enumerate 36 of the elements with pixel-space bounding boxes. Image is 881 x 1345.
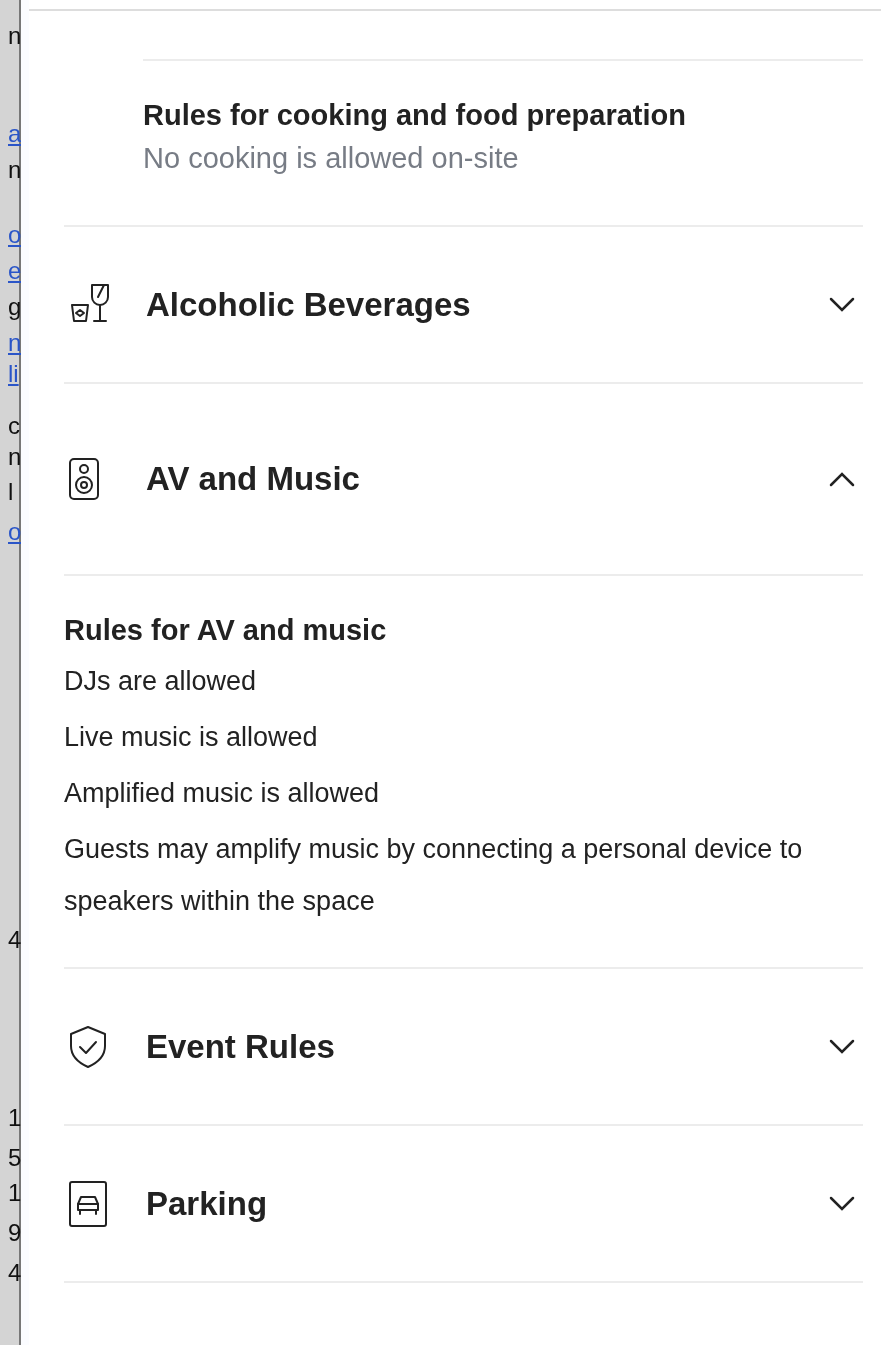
text-fragment: 1 bbox=[8, 1179, 19, 1207]
text-fragment: 9 bbox=[8, 1219, 19, 1247]
link-fragment[interactable]: li bbox=[8, 360, 19, 388]
text-fragment: n bbox=[8, 156, 19, 184]
text-fragment: l bbox=[8, 478, 15, 506]
link-fragment[interactable]: o bbox=[8, 221, 19, 249]
rule-title: Rules for cooking and food preparation bbox=[143, 99, 687, 132]
text-fragment: g bbox=[8, 293, 19, 321]
content-heading: Rules for AV and music bbox=[64, 614, 388, 647]
text-fragment: 5 bbox=[8, 1144, 19, 1172]
car-icon bbox=[68, 1179, 108, 1228]
shield-check-icon bbox=[68, 1024, 108, 1069]
text-fragment: n bbox=[8, 22, 19, 50]
rule-value: No cooking is allowed on-site bbox=[143, 142, 520, 175]
text-fragment: 4 bbox=[8, 926, 19, 954]
text-fragment: 4 bbox=[8, 1259, 19, 1287]
accordion-header[interactable]: Parking bbox=[64, 1124, 863, 1281]
accordion-header[interactable]: Alcoholic Beverages bbox=[64, 225, 863, 382]
speaker-icon bbox=[68, 457, 100, 501]
link-fragment[interactable]: a bbox=[8, 120, 19, 148]
chevron-up-icon bbox=[829, 471, 855, 487]
chevron-down-icon bbox=[829, 1038, 855, 1055]
accordion-header[interactable]: AV and Music bbox=[64, 382, 863, 574]
rule-text: Guests may amplify music by connecting a personal device to speakers within the space bbox=[64, 833, 804, 918]
rule-text: Amplified music is allowed bbox=[64, 777, 381, 810]
chevron-down-icon bbox=[829, 1195, 855, 1212]
chevron-down-icon bbox=[829, 296, 855, 313]
link-fragment[interactable]: e bbox=[8, 257, 19, 285]
rule-text: Live music is allowed bbox=[64, 721, 319, 754]
rule-text: DJs are allowed bbox=[64, 665, 258, 698]
text-fragment: c bbox=[8, 412, 19, 440]
link-fragment[interactable]: n bbox=[8, 329, 19, 357]
text-fragment: n bbox=[8, 443, 19, 471]
link-fragment[interactable]: o bbox=[8, 518, 19, 546]
text-fragment: 1 bbox=[8, 1104, 19, 1132]
accordion-header[interactable]: Event Rules bbox=[64, 967, 863, 1124]
